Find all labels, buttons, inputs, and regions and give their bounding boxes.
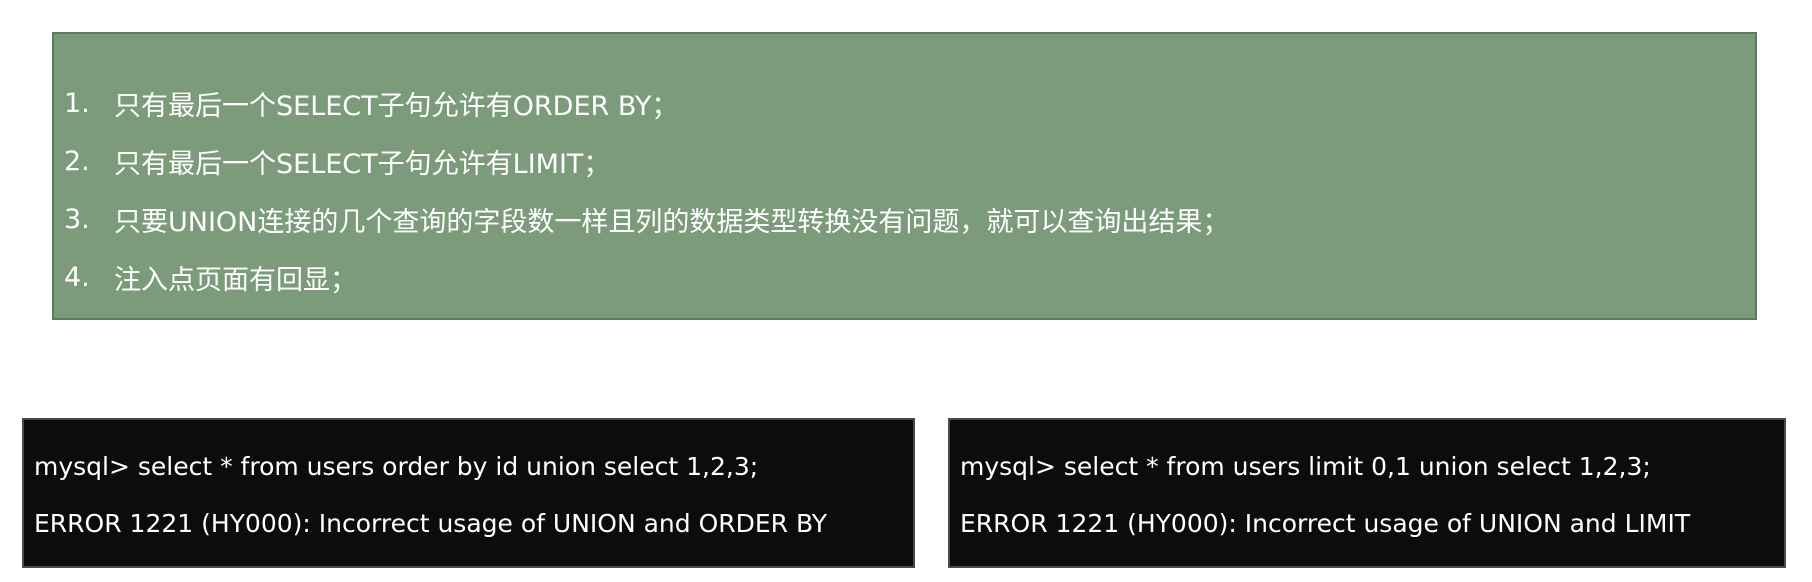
rule-number: 4. bbox=[64, 261, 90, 293]
rules-list: 1. 只有最后一个SELECT子句允许有ORDER BY； 2. 只有最后一个S… bbox=[64, 74, 1755, 306]
terminal-limit-error: mysql> select * from users limit 0,1 uni… bbox=[948, 418, 1786, 568]
rule-number: 3. bbox=[64, 203, 90, 235]
terminal-order-by-error: mysql> select * from users order by id u… bbox=[22, 418, 915, 568]
rule-item-3: 3. 只要UNION连接的几个查询的字段数一样且列的数据类型转换没有问题，就可以… bbox=[64, 190, 1755, 248]
rule-text: 只要UNION连接的几个查询的字段数一样且列的数据类型转换没有问题，就可以查询出… bbox=[114, 206, 1230, 238]
terminal-command-line: mysql> select * from users order by id u… bbox=[34, 452, 759, 481]
terminal-command-line: mysql> select * from users limit 0,1 uni… bbox=[960, 452, 1651, 481]
rule-item-1: 1. 只有最后一个SELECT子句允许有ORDER BY； bbox=[64, 74, 1755, 132]
rule-item-2: 2. 只有最后一个SELECT子句允许有LIMIT； bbox=[64, 132, 1755, 190]
rule-text: 只有最后一个SELECT子句允许有LIMIT； bbox=[114, 148, 611, 180]
union-rules-panel: 1. 只有最后一个SELECT子句允许有ORDER BY； 2. 只有最后一个S… bbox=[52, 32, 1757, 320]
rule-number: 2. bbox=[64, 145, 90, 177]
terminal-error-line: ERROR 1221 (HY000): Incorrect usage of U… bbox=[34, 509, 828, 538]
rule-text: 注入点页面有回显； bbox=[114, 264, 357, 296]
rule-number: 1. bbox=[64, 87, 90, 119]
terminal-error-line: ERROR 1221 (HY000): Incorrect usage of U… bbox=[960, 509, 1691, 538]
rule-text: 只有最后一个SELECT子句允许有ORDER BY； bbox=[114, 90, 679, 122]
rule-item-4: 4. 注入点页面有回显； bbox=[64, 248, 1755, 306]
